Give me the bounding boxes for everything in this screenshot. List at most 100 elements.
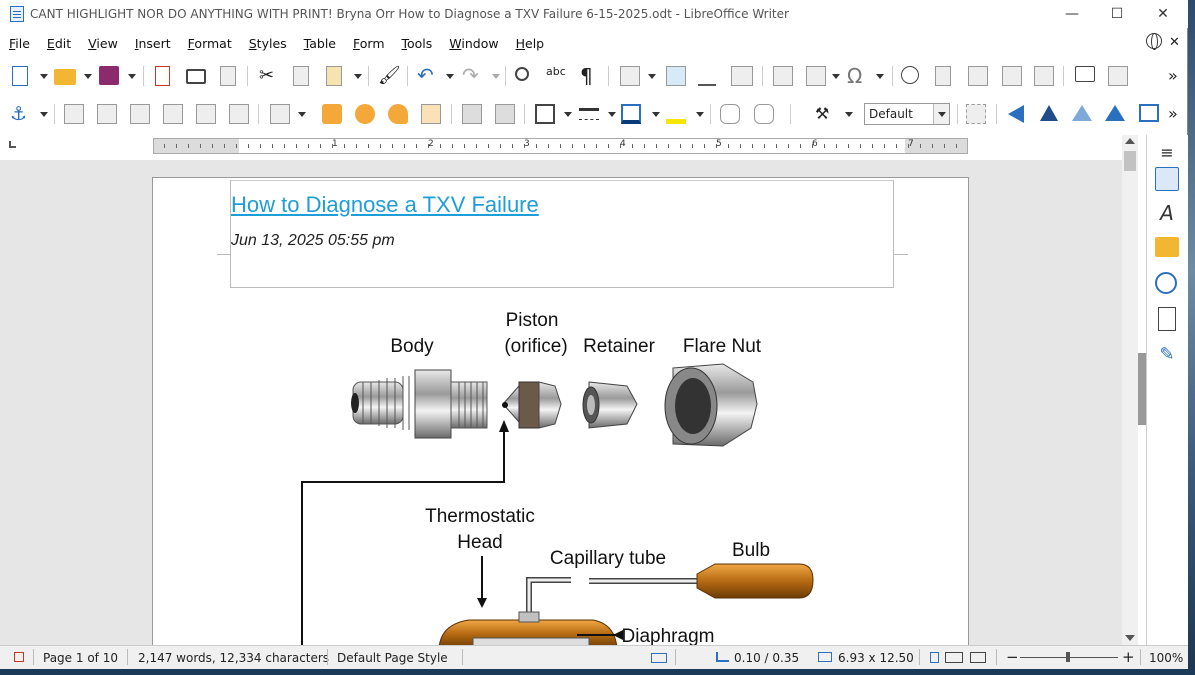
anchor-icon[interactable]: ⚓ — [10, 104, 30, 124]
track-changes-icon[interactable] — [1108, 66, 1128, 86]
print-preview-icon[interactable] — [220, 66, 236, 86]
open-folder-icon[interactable] — [54, 69, 76, 85]
borders-dropdown-icon[interactable] — [564, 112, 572, 117]
field-dropdown-icon[interactable] — [832, 74, 840, 79]
scrollbar-thumb[interactable] — [1124, 151, 1136, 171]
paragraph-style-select[interactable]: Default — [864, 103, 950, 125]
insert-bookmark-icon[interactable] — [1002, 66, 1022, 86]
cut-icon[interactable]: ✂ — [259, 66, 279, 86]
ruler-right-margin[interactable] — [905, 139, 967, 153]
find-replace-icon[interactable] — [515, 67, 529, 81]
zoom-slider[interactable] — [1020, 652, 1118, 662]
rotate-left-icon[interactable] — [1008, 105, 1024, 123]
page-style-status[interactable]: Default Page Style — [337, 651, 448, 665]
link-frames-icon[interactable] — [720, 104, 740, 124]
wrap-right-icon[interactable] — [196, 104, 216, 124]
special-character-icon[interactable]: Ω — [847, 66, 867, 86]
table-dropdown-icon[interactable] — [648, 74, 656, 79]
border-style-dropdown-icon[interactable] — [608, 112, 616, 117]
toolbar2-overflow-icon[interactable]: » — [1168, 104, 1188, 124]
to-foreground-icon[interactable] — [462, 104, 482, 124]
wrap-off-icon[interactable] — [64, 104, 84, 124]
menu-item-table[interactable]: Table — [295, 36, 344, 51]
export-pdf-icon[interactable] — [155, 66, 170, 86]
to-background-icon[interactable] — [495, 104, 515, 124]
redo-dropdown-icon[interactable] — [492, 74, 500, 79]
clone-formatting-icon[interactable]: 🖌 — [378, 66, 401, 86]
border-color-dropdown-icon[interactable] — [652, 112, 660, 117]
scroll-up-icon[interactable] — [1125, 138, 1135, 144]
close-document-button[interactable]: ✕ — [1169, 35, 1180, 50]
menu-item-insert[interactable]: Insert — [126, 36, 179, 51]
horizontal-ruler[interactable]: 1 2 3 4 5 6 7 — [153, 138, 968, 154]
optimal-wrap-icon[interactable] — [130, 104, 150, 124]
selection-mode-icon[interactable] — [651, 653, 667, 663]
border-color-icon[interactable] — [621, 104, 641, 124]
print-icon[interactable] — [186, 69, 206, 84]
page-icon[interactable] — [1158, 307, 1176, 331]
navigator-icon[interactable] — [1155, 272, 1177, 294]
redo-icon[interactable]: ↷ — [462, 65, 482, 86]
style-inspector-icon[interactable]: ✎ — [1155, 343, 1179, 367]
area-color-icon[interactable] — [666, 104, 686, 124]
menu-item-format[interactable]: Format — [179, 36, 240, 51]
insert-endnote-icon[interactable] — [968, 66, 988, 86]
send-to-back-icon[interactable] — [421, 104, 441, 124]
zoom-level-status[interactable]: 100% — [1149, 651, 1183, 665]
minimize-button[interactable]: — — [1049, 0, 1095, 28]
forward-one-icon[interactable] — [355, 104, 375, 124]
sidebar-collapse-handle[interactable] — [1138, 353, 1146, 425]
word-count-status[interactable]: 2,147 words, 12,334 characters — [138, 651, 329, 665]
menu-item-edit[interactable]: Edit — [38, 36, 79, 51]
new-dropdown-icon[interactable] — [40, 74, 48, 79]
scroll-down-icon[interactable] — [1125, 635, 1135, 641]
menu-item-file[interactable]: File — [0, 36, 38, 51]
multi-page-view-icon[interactable] — [945, 652, 963, 663]
page-wrap-icon[interactable] — [97, 104, 117, 124]
insert-field-icon[interactable] — [806, 66, 826, 86]
frame-resize-icon[interactable] — [1139, 104, 1159, 122]
menu-item-form[interactable]: Form — [344, 36, 393, 51]
open-dropdown-icon[interactable] — [84, 74, 92, 79]
formatting-marks-icon[interactable]: ¶ — [580, 66, 600, 86]
wrap-through-icon[interactable] — [229, 104, 249, 124]
gallery-icon[interactable] — [1155, 237, 1179, 257]
language-globe-icon[interactable] — [1146, 33, 1162, 50]
txv-diagram-image[interactable]: Body Piston (orifice) Retainer Flare Nut — [293, 298, 833, 645]
copy-icon[interactable] — [293, 66, 309, 86]
backward-one-icon[interactable] — [388, 104, 408, 124]
area-color-dropdown-icon[interactable] — [696, 112, 704, 117]
maximize-button[interactable]: ☐ — [1094, 0, 1140, 28]
sidebar-menu-icon[interactable]: ≡ — [1155, 141, 1179, 165]
new-document-icon[interactable] — [12, 66, 28, 86]
close-window-button[interactable]: ✕ — [1140, 0, 1186, 28]
styles-wand-icon[interactable]: ⚒ — [815, 104, 835, 124]
borders-icon[interactable] — [535, 104, 555, 124]
wrap-left-icon[interactable] — [163, 104, 183, 124]
book-view-icon[interactable] — [970, 652, 986, 663]
properties-icon[interactable] — [1155, 167, 1179, 191]
spelling-icon[interactable]: abc — [546, 66, 566, 86]
menu-item-styles[interactable]: Styles — [240, 36, 295, 51]
save-dropdown-icon[interactable] — [128, 74, 136, 79]
paragraph-style-dropdown-icon[interactable] — [933, 104, 949, 124]
bring-to-front-icon[interactable] — [322, 104, 342, 124]
insert-comment-icon[interactable] — [1075, 66, 1095, 82]
document-heading-link[interactable]: How to Diagnose a TXV Failure — [231, 192, 539, 218]
paste-dropdown-icon[interactable] — [354, 74, 362, 79]
insert-textbox-icon[interactable] — [731, 66, 753, 86]
page[interactable]: How to Diagnose a TXV Failure Jun 13, 20… — [152, 177, 969, 645]
frame-properties-icon[interactable] — [966, 104, 986, 124]
styles-icon[interactable]: A — [1155, 201, 1179, 225]
insert-footnote-icon[interactable] — [935, 66, 951, 86]
menu-item-tools[interactable]: Tools — [393, 36, 441, 51]
rotate-icon[interactable] — [1105, 105, 1125, 121]
zoom-slider-knob[interactable] — [1066, 652, 1070, 662]
insert-image-icon[interactable] — [666, 66, 686, 86]
menu-item-help[interactable]: Help — [507, 36, 553, 51]
menu-item-window[interactable]: Window — [440, 36, 506, 51]
menu-item-view[interactable]: View — [79, 36, 126, 51]
insert-chart-icon[interactable] — [698, 66, 716, 86]
ruler-left-margin[interactable] — [154, 139, 239, 153]
paste-icon[interactable] — [326, 66, 342, 86]
